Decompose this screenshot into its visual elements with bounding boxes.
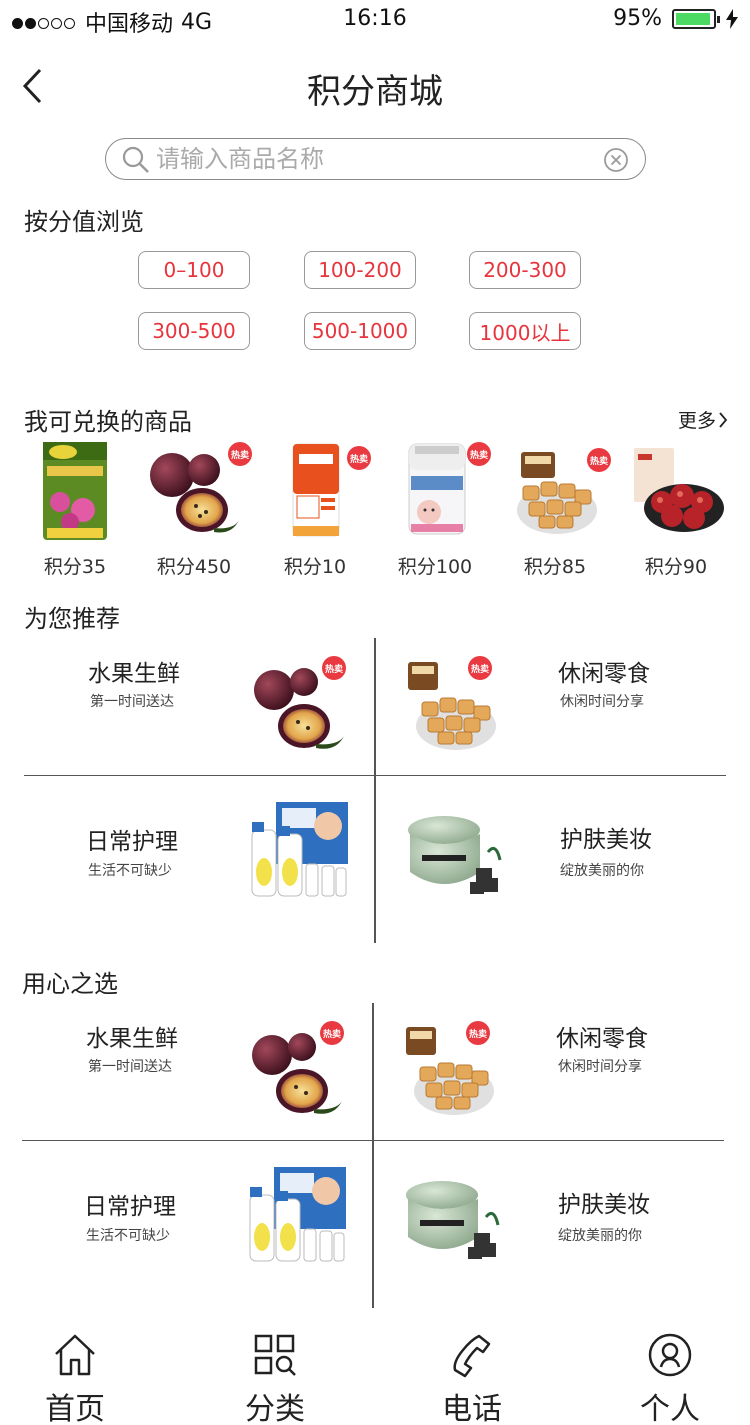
selected-section-title: 用心之选 bbox=[22, 970, 118, 998]
category-subtitle: 绽放美丽的你 bbox=[558, 1228, 642, 1244]
category-title: 休闲零食 bbox=[558, 661, 650, 687]
range-chip-0-100[interactable]: 0–100 bbox=[138, 251, 250, 289]
category-cell-care[interactable]: 日常护理 生活不可缺少 bbox=[22, 1141, 372, 1307]
category-title: 日常护理 bbox=[84, 1194, 176, 1220]
category-cell-fruit[interactable]: 水果生鲜 第一时间送达 热卖 bbox=[24, 638, 374, 775]
category-subtitle: 第一时间送达 bbox=[88, 1059, 172, 1075]
mud-mask-product-image bbox=[394, 1177, 500, 1263]
more-link[interactable]: 更多 bbox=[678, 406, 728, 433]
search-bar[interactable] bbox=[105, 138, 646, 180]
tab-label: 电话 bbox=[442, 1392, 502, 1425]
category-title: 水果生鲜 bbox=[86, 1026, 178, 1052]
range-chip-100-200[interactable]: 100-200 bbox=[304, 251, 416, 289]
search-input[interactable] bbox=[156, 144, 586, 174]
chevron-right-icon bbox=[719, 411, 728, 428]
category-subtitle: 休闲时间分享 bbox=[560, 694, 644, 710]
passion-fruit-product-image: 热卖 bbox=[246, 1021, 346, 1121]
phone-icon bbox=[453, 1334, 491, 1378]
product-card[interactable]: 热卖 积分450 bbox=[139, 440, 252, 579]
hot-badge: 热卖 bbox=[322, 656, 346, 680]
hot-badge: 热卖 bbox=[228, 442, 252, 466]
passion-fruit-product-image: 热卖 bbox=[144, 440, 252, 540]
category-cell-fruit[interactable]: 水果生鲜 第一时间送达 热卖 bbox=[22, 1003, 372, 1140]
status-bar: 中国移动 4G 16:16 95% bbox=[0, 0, 750, 40]
product-card[interactable]: 热卖 积分10 bbox=[260, 440, 371, 579]
tab-label: 分类 bbox=[245, 1392, 305, 1425]
cleanser-tube-product-image: 热卖 bbox=[265, 440, 371, 540]
category-subtitle: 休闲时间分享 bbox=[558, 1059, 642, 1075]
tab-home[interactable]: 首页 bbox=[15, 1332, 135, 1425]
recommend-section-title: 为您推荐 bbox=[24, 605, 120, 633]
category-subtitle: 生活不可缺少 bbox=[88, 863, 172, 879]
snack-product-image: 热卖 bbox=[402, 656, 502, 756]
category-subtitle: 第一时间送达 bbox=[90, 694, 174, 710]
category-subtitle: 生活不可缺少 bbox=[86, 1228, 170, 1244]
product-card[interactable]: 热卖 积分85 bbox=[500, 440, 611, 579]
tab-bar: 首页 分类 电话 个人 bbox=[0, 1318, 750, 1425]
product-card[interactable]: 热卖 积分100 bbox=[380, 440, 491, 579]
hot-badge: 热卖 bbox=[467, 442, 491, 466]
product-price: 积分35 bbox=[43, 556, 107, 578]
shampoo-product-image bbox=[246, 800, 350, 900]
shampoo-product-image bbox=[244, 1165, 348, 1265]
product-card[interactable]: 积分90 bbox=[621, 440, 731, 579]
browse-section-title: 按分值浏览 bbox=[24, 208, 144, 236]
category-title: 护肤美妆 bbox=[558, 1192, 650, 1218]
snack-product-image: 热卖 bbox=[505, 440, 611, 540]
hot-badge: 热卖 bbox=[466, 1021, 490, 1045]
product-price: 积分100 bbox=[397, 556, 473, 578]
category-icon bbox=[254, 1334, 296, 1376]
tab-profile[interactable]: 个人 bbox=[610, 1332, 730, 1425]
product-price: 积分85 bbox=[523, 556, 587, 578]
user-icon bbox=[648, 1333, 692, 1377]
soil-bag-product-image bbox=[25, 440, 125, 540]
hot-badge: 热卖 bbox=[468, 656, 492, 680]
product-price: 积分450 bbox=[156, 556, 232, 578]
search-icon bbox=[122, 146, 149, 173]
range-chip-300-500[interactable]: 300-500 bbox=[138, 312, 250, 350]
category-title: 护肤美妆 bbox=[560, 827, 652, 853]
category-title: 休闲零食 bbox=[556, 1026, 648, 1052]
range-chip-200-300[interactable]: 200-300 bbox=[469, 251, 581, 289]
cotton-swab-product-image: 热卖 bbox=[385, 440, 491, 540]
exchange-section-title: 我可兑换的商品 bbox=[24, 408, 192, 436]
range-chip-1000-plus[interactable]: 1000以上 bbox=[469, 312, 581, 350]
clear-icon[interactable] bbox=[603, 147, 629, 173]
category-title: 水果生鲜 bbox=[88, 661, 180, 687]
range-chip-500-1000[interactable]: 500-1000 bbox=[304, 312, 416, 350]
product-price: 积分90 bbox=[644, 556, 708, 578]
snack-product-image: 热卖 bbox=[400, 1021, 500, 1121]
category-cell-snack[interactable]: 热卖 休闲零食 休闲时间分享 bbox=[376, 638, 726, 775]
tab-category[interactable]: 分类 bbox=[215, 1332, 335, 1425]
nav-bar: 积分商城 bbox=[0, 60, 750, 112]
mud-mask-product-image bbox=[396, 812, 502, 898]
dried-meat-product-image bbox=[626, 440, 726, 540]
passion-fruit-product-image: 热卖 bbox=[248, 656, 348, 756]
category-cell-care[interactable]: 日常护理 生活不可缺少 bbox=[24, 776, 374, 942]
charging-icon bbox=[726, 8, 738, 29]
category-cell-beauty[interactable]: 护肤美妆 绽放美丽的你 bbox=[374, 1141, 724, 1307]
tab-label: 首页 bbox=[45, 1392, 105, 1425]
hot-badge: 热卖 bbox=[347, 446, 371, 470]
battery-percent: 95% bbox=[613, 6, 662, 31]
more-label: 更多 bbox=[678, 410, 717, 432]
tab-label: 个人 bbox=[640, 1392, 700, 1425]
battery-icon bbox=[672, 8, 720, 29]
home-icon bbox=[55, 1334, 95, 1376]
category-title: 日常护理 bbox=[86, 829, 178, 855]
hot-badge: 热卖 bbox=[587, 448, 611, 472]
product-card[interactable]: 积分35 bbox=[20, 440, 130, 579]
product-price: 积分10 bbox=[283, 556, 347, 578]
category-cell-beauty[interactable]: 护肤美妆 绽放美丽的你 bbox=[376, 776, 726, 942]
tab-phone[interactable]: 电话 bbox=[412, 1332, 532, 1425]
category-subtitle: 绽放美丽的你 bbox=[560, 863, 644, 879]
page-title: 积分商城 bbox=[307, 72, 443, 112]
category-cell-snack[interactable]: 热卖 休闲零食 休闲时间分享 bbox=[374, 1003, 724, 1140]
hot-badge: 热卖 bbox=[320, 1021, 344, 1045]
